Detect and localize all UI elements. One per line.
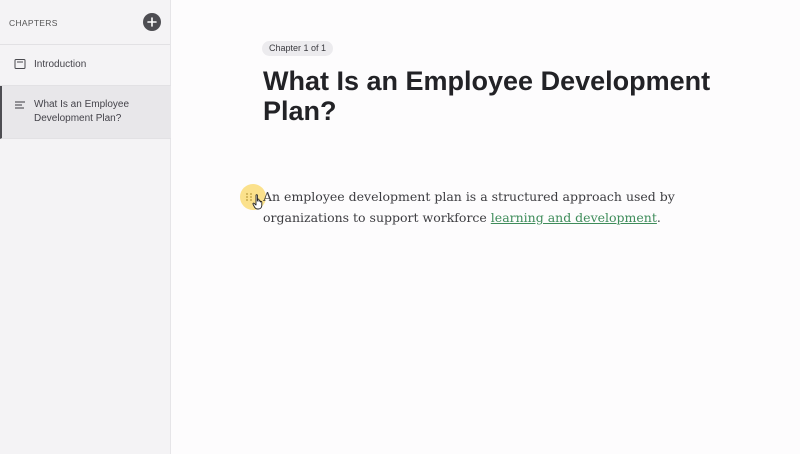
chapter-content: Chapter 1 of 1 What Is an Employee Devel… [172, 0, 800, 454]
sidebar-item-label: What Is an Employee Development Plan? [34, 99, 130, 124]
sidebar-item-employee-development-plan[interactable]: What Is an Employee Development Plan? [0, 86, 171, 139]
text-lines-icon [15, 101, 25, 109]
hand-pointer-cursor-icon [252, 194, 263, 210]
chapter-badge: Chapter 1 of 1 [262, 41, 334, 56]
chapters-sidebar: CHAPTERS Introduction What Is an Employe… [0, 0, 171, 454]
sidebar-item-introduction[interactable]: Introduction [0, 45, 171, 86]
sidebar-header: CHAPTERS [0, 0, 170, 45]
plus-icon [147, 17, 157, 27]
paragraph-block[interactable]: An employee development plan is a struct… [263, 186, 713, 228]
sidebar-title: CHAPTERS [9, 18, 58, 28]
learning-development-link[interactable]: learning and development [491, 210, 657, 225]
document-icon [14, 59, 26, 69]
paragraph-text-end: . [656, 210, 661, 225]
page-title[interactable]: What Is an Employee Development Plan? [263, 66, 723, 126]
sidebar-item-label: Introduction [34, 59, 87, 70]
add-chapter-button[interactable] [143, 13, 161, 31]
